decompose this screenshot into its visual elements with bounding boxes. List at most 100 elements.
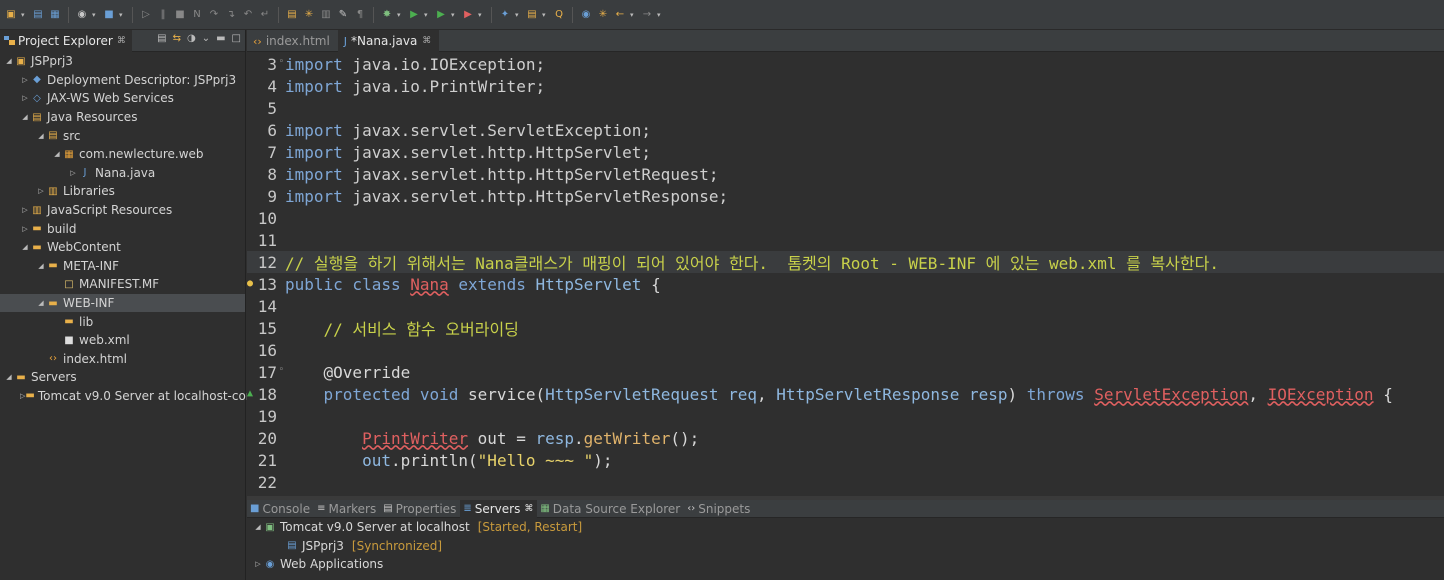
collapsed-triangle-icon[interactable]: ▷ — [20, 94, 30, 102]
code-line[interactable]: 8 import javax.servlet.http.HttpServletRe… — [247, 163, 1444, 185]
tab-project-explorer[interactable]: Project Explorer ⌘ — [0, 29, 132, 52]
tab-properties[interactable]: ▤ Properties — [380, 500, 460, 518]
tree-item[interactable]: ▷ ▬ Tomcat v9.0 Server at localhost-con — [0, 387, 253, 406]
code-line[interactable]: 10 — [247, 207, 1444, 229]
collapsed-triangle-icon[interactable]: ▷ — [20, 76, 30, 84]
expanded-triangle-icon[interactable]: ◢ — [36, 262, 46, 270]
dropdown-arrow-icon[interactable]: ▾ — [542, 11, 549, 19]
code-line[interactable]: 16 — [247, 339, 1444, 361]
code-line[interactable]: 9 import javax.servlet.http.HttpServletRe… — [247, 185, 1444, 207]
step-over-icon[interactable]: ↶ — [241, 8, 255, 22]
code-line[interactable]: 3 ◦ import java.io.IOException; — [247, 53, 1444, 75]
tree-item[interactable]: □ MANIFEST.MF — [0, 275, 245, 294]
collapsed-triangle-icon[interactable]: ▷ — [253, 560, 263, 568]
dropdown-arrow-icon[interactable]: ▾ — [92, 11, 99, 19]
collapse-all-icon[interactable]: ▤ — [157, 33, 166, 44]
view-menu-icon[interactable]: ⌄ — [202, 33, 210, 44]
tree-item[interactable]: ▷ ◆ Deployment Descriptor: JSPprj3 — [0, 71, 245, 90]
code-line[interactable]: 5 — [247, 97, 1444, 119]
globe-icon[interactable]: ◉ — [579, 8, 593, 22]
edit-icon[interactable]: ✎ — [336, 8, 350, 22]
expanded-triangle-icon[interactable]: ◢ — [52, 150, 62, 158]
toggle-block-icon[interactable]: ▥ — [319, 8, 333, 22]
step-into-icon[interactable]: ↴ — [224, 8, 238, 22]
new-icon[interactable]: ▣ — [4, 8, 18, 22]
code-line[interactable]: 19 — [247, 405, 1444, 427]
warning-marker-icon[interactable]: ● — [247, 278, 253, 289]
back-icon[interactable]: ← — [613, 8, 627, 22]
tree-item[interactable]: ◢ ▬ WebContent — [0, 238, 245, 257]
code-line[interactable]: 6 import javax.servlet.ServletException; — [247, 119, 1444, 141]
external-tools-icon[interactable]: ▶ — [461, 8, 475, 22]
tree-item[interactable]: ◢ ▬ WEB-INF — [0, 293, 245, 313]
maximize-icon[interactable]: □ — [232, 33, 241, 44]
expanded-triangle-icon[interactable]: ◢ — [20, 243, 30, 251]
code-line[interactable]: 21 out.println("Hello ~~~ "); — [247, 449, 1444, 471]
collapsed-triangle-icon[interactable]: ▷ — [20, 225, 30, 233]
close-icon[interactable]: ⌘ — [422, 36, 431, 46]
tree-item[interactable]: ◢ ▤ src — [0, 126, 245, 145]
code-line[interactable]: 22 — [247, 471, 1444, 493]
save-icon[interactable]: ▤ — [31, 8, 45, 22]
show-whitespace-icon[interactable]: ¶ — [353, 8, 367, 22]
search-icon[interactable]: Q — [552, 8, 566, 22]
close-icon[interactable]: ⌘ — [117, 36, 126, 46]
server-tree-item[interactable]: ◢ ▣ Tomcat v9.0 Server at localhost [Starte… — [247, 518, 1444, 537]
dropdown-arrow-icon[interactable]: ▾ — [21, 11, 28, 19]
tree-item[interactable]: ◢ ▣ JSPprj3 — [0, 52, 245, 71]
server-tree-item[interactable]: ▤ JSPprj3 [Synchronized] — [247, 537, 1444, 556]
code-line[interactable]: 4 import java.io.PrintWriter; — [247, 75, 1444, 97]
new-wizard-icon[interactable]: ✦ — [498, 8, 512, 22]
coverage-icon[interactable]: ▶ — [434, 8, 448, 22]
forward-icon[interactable]: → — [640, 8, 654, 22]
expanded-triangle-icon[interactable]: ◢ — [36, 132, 46, 140]
tree-item[interactable]: ◢ ▦ com.newlecture.web — [0, 145, 245, 164]
code-line[interactable]: 12 // 실행을 하기 위해서는 Nana클래스가 매핑이 되어 있어야 한다.… — [247, 251, 1444, 273]
collapsed-triangle-icon[interactable]: ▷ — [68, 169, 78, 177]
dropdown-arrow-icon[interactable]: ▾ — [424, 11, 431, 19]
code-editor[interactable]: 3 ◦ import java.io.IOException; 4 import jav… — [247, 53, 1444, 496]
tree-item[interactable]: ▷ ▥ JavaScript Resources — [0, 201, 245, 220]
tree-item[interactable]: ▷ ▥ Libraries — [0, 182, 245, 201]
editor-tab[interactable]: J *Nana.java ⌘ — [337, 30, 440, 52]
code-line[interactable]: 13 ● public class Nana extends HttpServlet… — [247, 273, 1444, 295]
tree-item[interactable]: ◢ ▬ Servers — [0, 368, 245, 387]
tree-item[interactable]: ▷ ◇ JAX-WS Web Services — [0, 89, 245, 108]
open-type-icon[interactable]: ▤ — [285, 8, 299, 22]
expanded-triangle-icon[interactable]: ◢ — [4, 57, 14, 65]
open-folder-icon[interactable]: ▤ — [525, 8, 539, 22]
dropdown-arrow-icon[interactable]: ▾ — [397, 11, 404, 19]
tab-markers[interactable]: ≡ Markers — [314, 500, 380, 518]
dropdown-arrow-icon[interactable]: ▾ — [451, 11, 458, 19]
tree-item[interactable]: ■ web.xml — [0, 331, 245, 350]
editor-tab[interactable]: ‹› index.html — [247, 30, 338, 52]
tree-item[interactable]: ‹› index.html — [0, 350, 245, 369]
expanded-triangle-icon[interactable]: ◢ — [253, 523, 263, 531]
dropdown-arrow-icon[interactable]: ▾ — [657, 11, 664, 19]
tree-item[interactable]: ◢ ▤ Java Resources — [0, 108, 245, 127]
fold-icon[interactable]: ◦ — [279, 57, 284, 67]
debug-icon[interactable]: ✸ — [380, 8, 394, 22]
tree-item[interactable]: ▬ lib — [0, 312, 245, 331]
code-line[interactable]: 14 — [247, 295, 1444, 317]
user-icon[interactable]: ◉ — [75, 8, 89, 22]
server-tree-item[interactable]: ▷ ◉ Web Applications — [247, 555, 1444, 574]
expanded-triangle-icon[interactable]: ◢ — [20, 113, 30, 121]
code-line[interactable]: 15 // 서비스 함수 오버라이딩 — [247, 317, 1444, 340]
save-all-icon[interactable]: ▦ — [48, 8, 62, 22]
filter-icon[interactable]: ◑ — [187, 33, 196, 44]
code-line[interactable]: 20 PrintWriter out = resp.getWriter(); — [247, 427, 1444, 449]
dropdown-arrow-icon[interactable]: ▾ — [478, 11, 485, 19]
minimize-icon[interactable]: ▬ — [216, 33, 225, 44]
code-line[interactable]: 7 import javax.servlet.http.HttpServlet; — [247, 141, 1444, 163]
terminal-icon[interactable]: ■ — [102, 8, 116, 22]
collapsed-triangle-icon[interactable]: ▷ — [36, 187, 46, 195]
terminate-icon[interactable]: N — [190, 8, 204, 22]
tab-snippets[interactable]: ‹› Snippets — [684, 500, 754, 518]
dropdown-arrow-icon[interactable]: ▾ — [515, 11, 522, 19]
collapsed-triangle-icon[interactable]: ▷ — [20, 206, 30, 214]
override-marker-icon[interactable]: ▲ — [247, 388, 253, 399]
dropdown-arrow-icon[interactable]: ▾ — [630, 11, 637, 19]
tab-data-source-explorer[interactable]: ▦ Data Source Explorer — [537, 500, 684, 518]
code-line[interactable]: 17 ◦ @Override — [247, 361, 1444, 383]
